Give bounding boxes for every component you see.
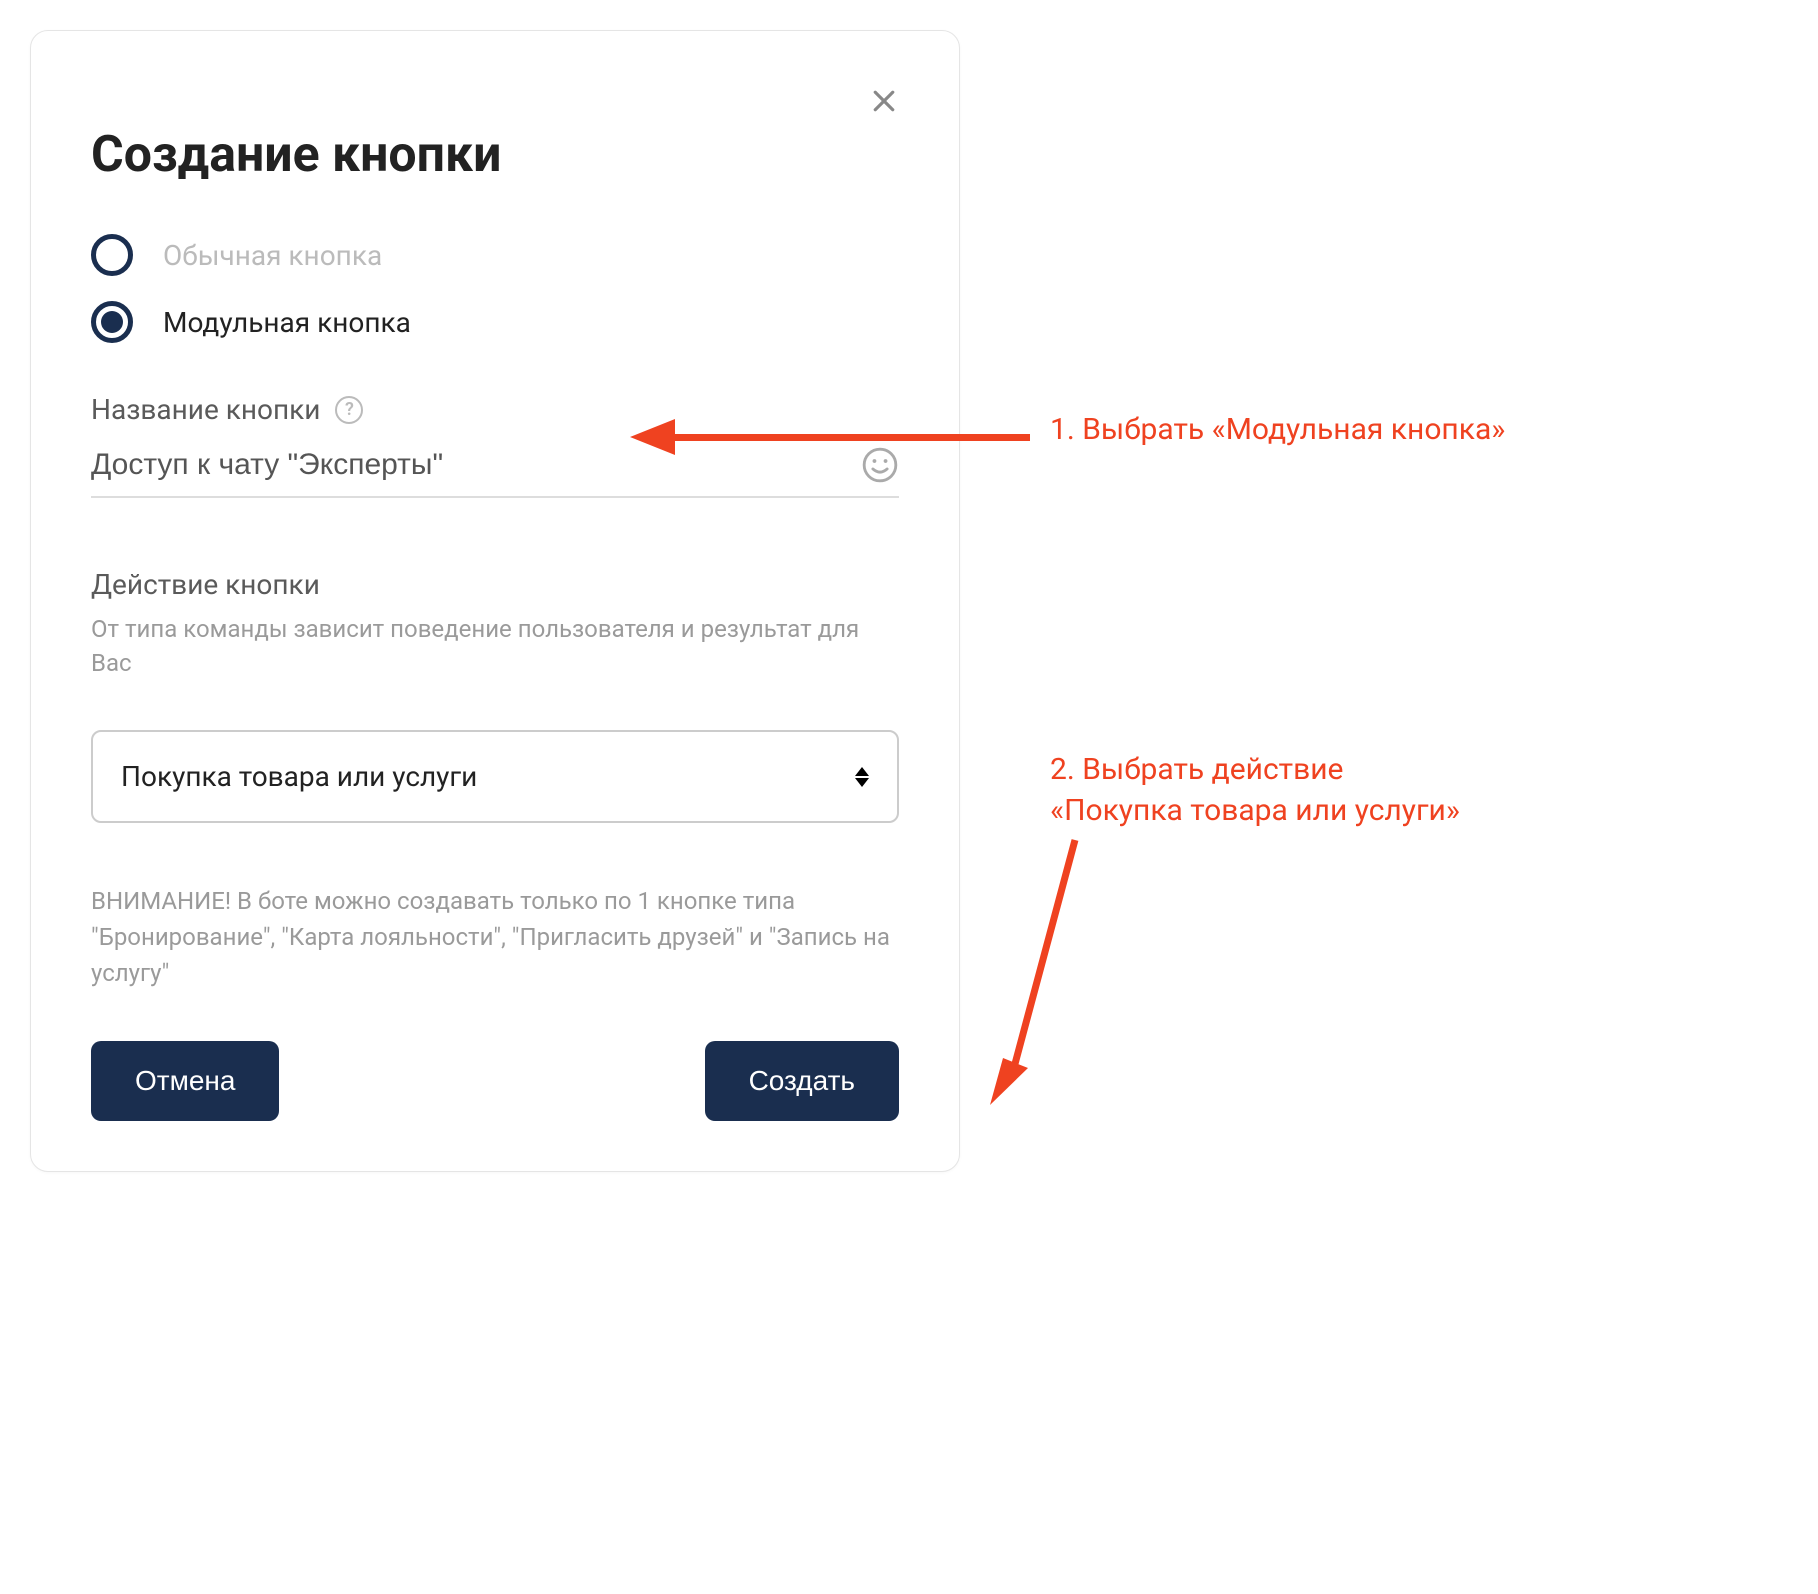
name-field-label: Название кнопки <box>91 393 320 426</box>
radio-checked-icon <box>91 301 133 343</box>
dialog-button-row: Отмена Создать <box>91 1041 899 1121</box>
select-arrows-icon <box>855 767 869 787</box>
action-select-wrapper: Покупка товара или услуги <box>91 730 899 823</box>
button-name-input[interactable] <box>91 448 841 482</box>
annotation-step-2: 2. Выбрать действие «Покупка товара или … <box>1050 750 1460 831</box>
action-field-description: От типа команды зависит поведение пользо… <box>91 613 899 680</box>
close-icon[interactable] <box>869 86 899 116</box>
radio-modular-button[interactable]: Модульная кнопка <box>91 301 899 343</box>
warning-text: ВНИМАНИЕ! В боте можно создавать только … <box>91 883 899 991</box>
name-field-label-row: Название кнопки ? <box>91 393 899 426</box>
cancel-button[interactable]: Отмена <box>91 1041 279 1121</box>
button-type-radio-group: Обычная кнопка Модульная кнопка <box>91 234 899 343</box>
radio-label: Обычная кнопка <box>163 239 382 272</box>
create-button[interactable]: Создать <box>705 1041 899 1121</box>
annotation-arrow-2 <box>990 830 1110 1110</box>
emoji-icon[interactable] <box>861 446 899 484</box>
radio-regular-button[interactable]: Обычная кнопка <box>91 234 899 276</box>
dialog-title: Создание кнопки <box>91 126 899 184</box>
radio-unchecked-icon <box>91 234 133 276</box>
help-icon[interactable]: ? <box>335 396 363 424</box>
name-input-row <box>91 446 899 498</box>
action-field-label: Действие кнопки <box>91 568 899 601</box>
annotation-step-1: 1. Выбрать «Модульная кнопка» <box>1050 410 1505 451</box>
action-select-value: Покупка товара или услуги <box>121 760 477 793</box>
action-select[interactable]: Покупка товара или услуги <box>91 730 899 823</box>
radio-label: Модульная кнопка <box>163 306 411 339</box>
create-button-dialog: Создание кнопки Обычная кнопка Модульная… <box>30 30 960 1172</box>
